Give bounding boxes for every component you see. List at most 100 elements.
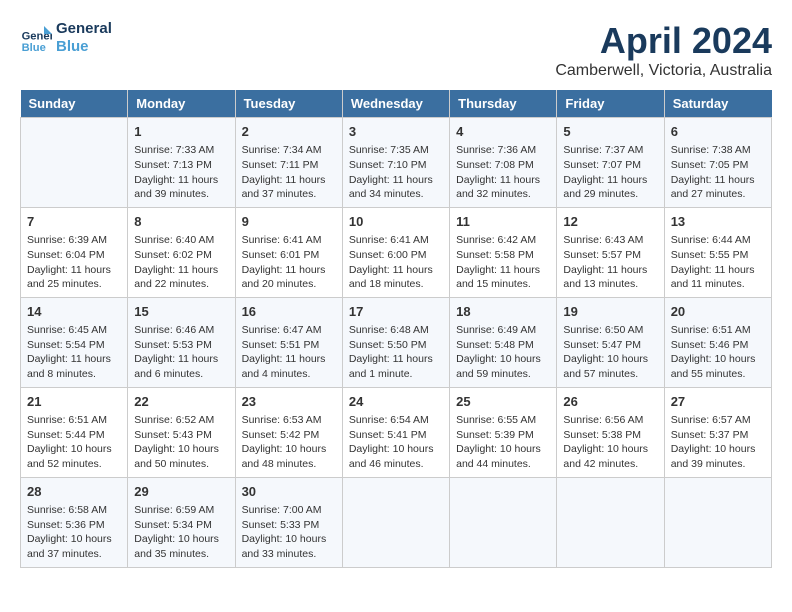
sunrise-text: Sunrise: 7:35 AM — [349, 143, 443, 158]
calendar-cell — [664, 477, 771, 567]
calendar-cell: 10 Sunrise: 6:41 AM Sunset: 6:00 PM Dayl… — [342, 207, 449, 297]
day-number: 28 — [27, 483, 121, 501]
sunset-text: Sunset: 5:43 PM — [134, 428, 228, 443]
sunset-text: Sunset: 5:51 PM — [242, 338, 336, 353]
weekday-header-row: SundayMondayTuesdayWednesdayThursdayFrid… — [21, 90, 772, 118]
daylight-text: Daylight: 10 hours and 59 minutes. — [456, 352, 550, 381]
sunset-text: Sunset: 7:11 PM — [242, 158, 336, 173]
logo: General Blue General Blue — [20, 20, 112, 56]
calendar-cell: 18 Sunrise: 6:49 AM Sunset: 5:48 PM Dayl… — [450, 297, 557, 387]
sunset-text: Sunset: 5:33 PM — [242, 518, 336, 533]
daylight-text: Daylight: 10 hours and 48 minutes. — [242, 442, 336, 471]
day-number: 17 — [349, 303, 443, 321]
svg-text:Blue: Blue — [22, 42, 46, 54]
sunset-text: Sunset: 5:58 PM — [456, 248, 550, 263]
calendar-cell: 7 Sunrise: 6:39 AM Sunset: 6:04 PM Dayli… — [21, 207, 128, 297]
calendar-cell: 24 Sunrise: 6:54 AM Sunset: 5:41 PM Dayl… — [342, 387, 449, 477]
daylight-text: Daylight: 11 hours and 37 minutes. — [242, 173, 336, 202]
daylight-text: Daylight: 11 hours and 39 minutes. — [134, 173, 228, 202]
day-number: 27 — [671, 393, 765, 411]
sunset-text: Sunset: 5:38 PM — [563, 428, 657, 443]
sunrise-text: Sunrise: 6:40 AM — [134, 233, 228, 248]
sunrise-text: Sunrise: 6:51 AM — [671, 323, 765, 338]
day-number: 30 — [242, 483, 336, 501]
day-number: 8 — [134, 213, 228, 231]
day-number: 6 — [671, 123, 765, 141]
daylight-text: Daylight: 11 hours and 13 minutes. — [563, 263, 657, 292]
sunrise-text: Sunrise: 6:44 AM — [671, 233, 765, 248]
sunrise-text: Sunrise: 6:46 AM — [134, 323, 228, 338]
week-row-2: 7 Sunrise: 6:39 AM Sunset: 6:04 PM Dayli… — [21, 207, 772, 297]
calendar-cell: 26 Sunrise: 6:56 AM Sunset: 5:38 PM Dayl… — [557, 387, 664, 477]
sunrise-text: Sunrise: 6:52 AM — [134, 413, 228, 428]
sunset-text: Sunset: 5:53 PM — [134, 338, 228, 353]
day-number: 4 — [456, 123, 550, 141]
day-number: 9 — [242, 213, 336, 231]
calendar-cell: 17 Sunrise: 6:48 AM Sunset: 5:50 PM Dayl… — [342, 297, 449, 387]
sunset-text: Sunset: 5:50 PM — [349, 338, 443, 353]
page-header: General Blue General Blue April 2024 Cam… — [20, 20, 772, 80]
sunset-text: Sunset: 5:41 PM — [349, 428, 443, 443]
day-number: 21 — [27, 393, 121, 411]
calendar-cell: 23 Sunrise: 6:53 AM Sunset: 5:42 PM Dayl… — [235, 387, 342, 477]
daylight-text: Daylight: 11 hours and 11 minutes. — [671, 263, 765, 292]
weekday-header-friday: Friday — [557, 90, 664, 118]
sunset-text: Sunset: 5:39 PM — [456, 428, 550, 443]
weekday-header-thursday: Thursday — [450, 90, 557, 118]
daylight-text: Daylight: 10 hours and 57 minutes. — [563, 352, 657, 381]
sunrise-text: Sunrise: 6:57 AM — [671, 413, 765, 428]
sunrise-text: Sunrise: 6:39 AM — [27, 233, 121, 248]
sunrise-text: Sunrise: 7:00 AM — [242, 503, 336, 518]
day-number: 13 — [671, 213, 765, 231]
calendar-cell: 5 Sunrise: 7:37 AM Sunset: 7:07 PM Dayli… — [557, 118, 664, 208]
day-number: 19 — [563, 303, 657, 321]
day-number: 10 — [349, 213, 443, 231]
month-title: April 2024 — [555, 20, 772, 62]
calendar-cell — [342, 477, 449, 567]
daylight-text: Daylight: 11 hours and 27 minutes. — [671, 173, 765, 202]
sunrise-text: Sunrise: 6:54 AM — [349, 413, 443, 428]
sunrise-text: Sunrise: 6:48 AM — [349, 323, 443, 338]
sunrise-text: Sunrise: 6:41 AM — [242, 233, 336, 248]
sunset-text: Sunset: 6:04 PM — [27, 248, 121, 263]
sunset-text: Sunset: 6:01 PM — [242, 248, 336, 263]
sunset-text: Sunset: 5:42 PM — [242, 428, 336, 443]
weekday-header-monday: Monday — [128, 90, 235, 118]
daylight-text: Daylight: 11 hours and 18 minutes. — [349, 263, 443, 292]
daylight-text: Daylight: 10 hours and 42 minutes. — [563, 442, 657, 471]
sunset-text: Sunset: 7:08 PM — [456, 158, 550, 173]
weekday-header-tuesday: Tuesday — [235, 90, 342, 118]
day-number: 3 — [349, 123, 443, 141]
sunrise-text: Sunrise: 7:33 AM — [134, 143, 228, 158]
daylight-text: Daylight: 11 hours and 6 minutes. — [134, 352, 228, 381]
calendar-cell: 8 Sunrise: 6:40 AM Sunset: 6:02 PM Dayli… — [128, 207, 235, 297]
sunrise-text: Sunrise: 6:43 AM — [563, 233, 657, 248]
daylight-text: Daylight: 10 hours and 33 minutes. — [242, 532, 336, 561]
week-row-5: 28 Sunrise: 6:58 AM Sunset: 5:36 PM Dayl… — [21, 477, 772, 567]
calendar-cell — [557, 477, 664, 567]
calendar-cell — [450, 477, 557, 567]
sunset-text: Sunset: 6:00 PM — [349, 248, 443, 263]
day-number: 2 — [242, 123, 336, 141]
weekday-header-sunday: Sunday — [21, 90, 128, 118]
sunrise-text: Sunrise: 6:53 AM — [242, 413, 336, 428]
daylight-text: Daylight: 11 hours and 1 minute. — [349, 352, 443, 381]
sunrise-text: Sunrise: 7:34 AM — [242, 143, 336, 158]
logo-icon: General Blue — [20, 22, 52, 54]
calendar-cell: 16 Sunrise: 6:47 AM Sunset: 5:51 PM Dayl… — [235, 297, 342, 387]
daylight-text: Daylight: 11 hours and 25 minutes. — [27, 263, 121, 292]
day-number: 11 — [456, 213, 550, 231]
sunset-text: Sunset: 5:46 PM — [671, 338, 765, 353]
calendar-cell: 29 Sunrise: 6:59 AM Sunset: 5:34 PM Dayl… — [128, 477, 235, 567]
sunset-text: Sunset: 7:05 PM — [671, 158, 765, 173]
calendar-cell: 9 Sunrise: 6:41 AM Sunset: 6:01 PM Dayli… — [235, 207, 342, 297]
day-number: 22 — [134, 393, 228, 411]
day-number: 26 — [563, 393, 657, 411]
sunset-text: Sunset: 7:10 PM — [349, 158, 443, 173]
week-row-3: 14 Sunrise: 6:45 AM Sunset: 5:54 PM Dayl… — [21, 297, 772, 387]
calendar-cell — [21, 118, 128, 208]
sunset-text: Sunset: 5:48 PM — [456, 338, 550, 353]
day-number: 12 — [563, 213, 657, 231]
daylight-text: Daylight: 11 hours and 34 minutes. — [349, 173, 443, 202]
daylight-text: Daylight: 10 hours and 55 minutes. — [671, 352, 765, 381]
